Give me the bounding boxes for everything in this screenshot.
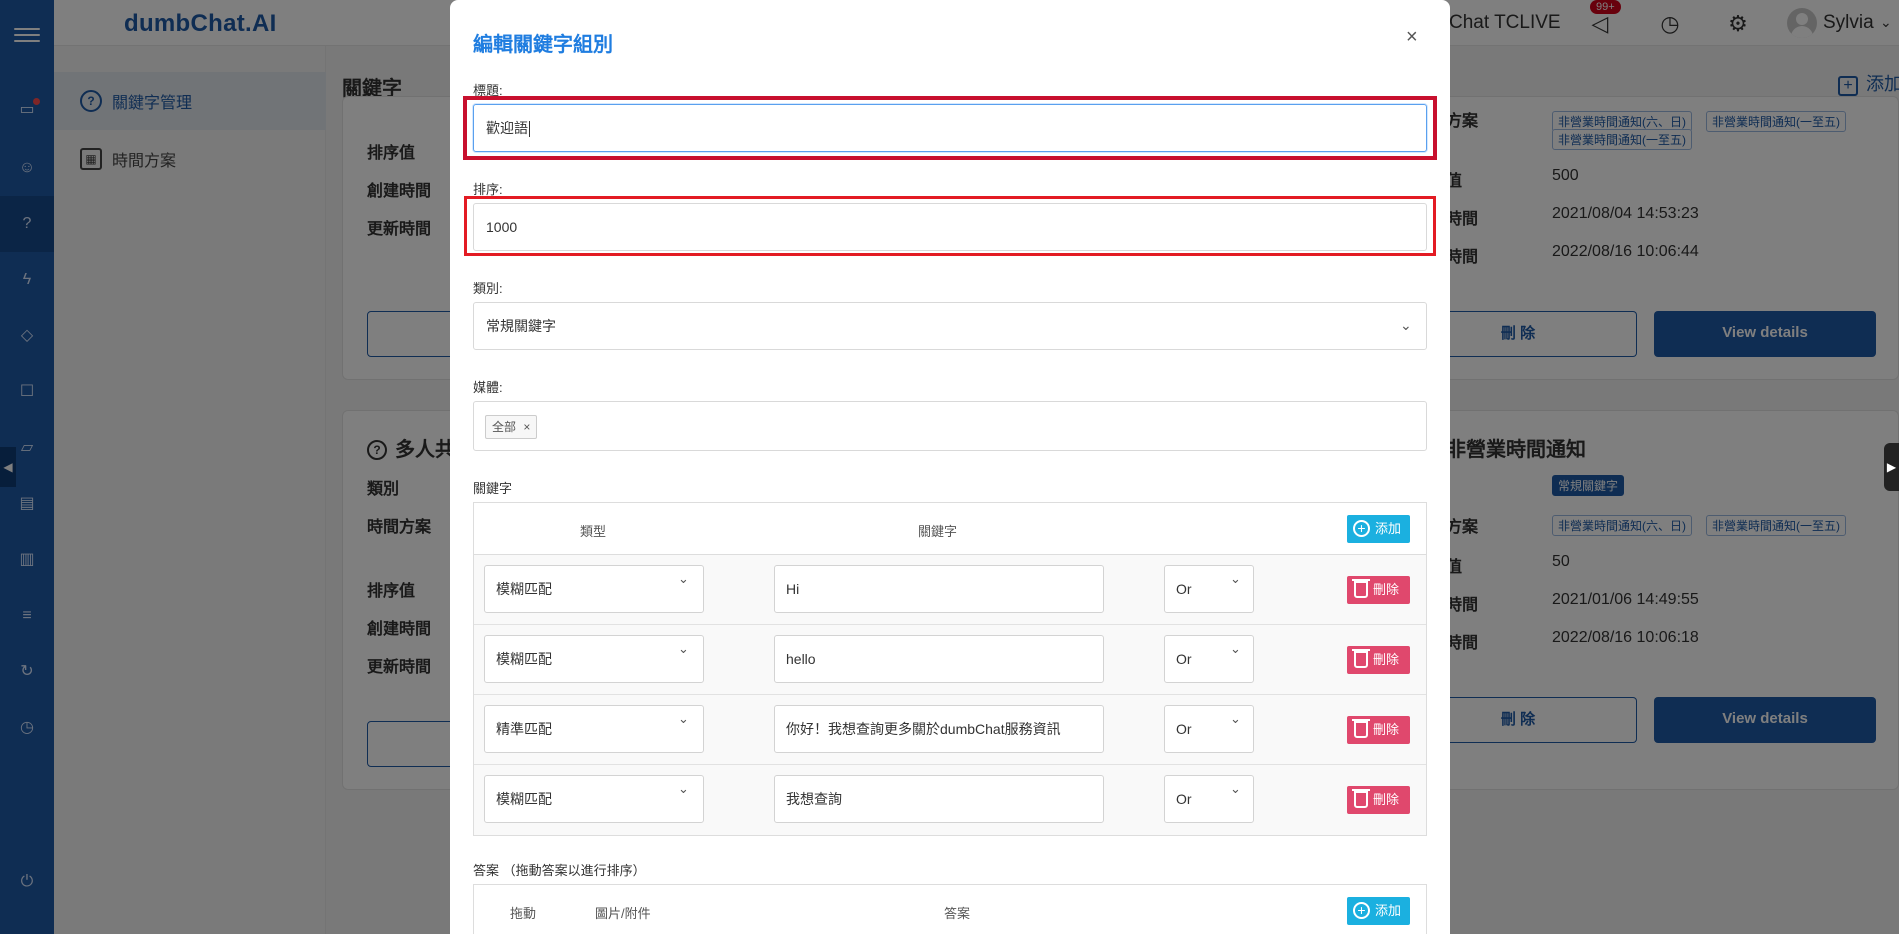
media-multiselect[interactable] — [473, 401, 1427, 451]
chevron-down-icon: ⌄ — [1230, 711, 1241, 726]
column-header: 拖動 — [510, 906, 537, 921]
table-row: 模糊匹配 ⌄ Hi Or ⌄ 刪除 — [474, 555, 1426, 625]
media-label: 媒體: — [473, 380, 503, 395]
title-input[interactable]: 歡迎語 — [473, 104, 1427, 152]
media-chip[interactable]: 全部 × — [485, 415, 538, 439]
chevron-down-icon: ⌄ — [678, 711, 689, 726]
edit-keyword-group-dialog: 編輯關鍵字組別 × 標題: 歡迎語 排序: 1000 類別: 常規關鍵字 ⌄ 媒… — [450, 0, 1450, 934]
delete-keyword-button[interactable]: 刪除 — [1347, 646, 1410, 674]
column-header: 類型 — [580, 524, 607, 539]
remove-chip-icon[interactable]: × — [523, 420, 530, 434]
add-label: 添加 — [1375, 521, 1402, 536]
match-type-select[interactable]: 模糊匹配 — [484, 775, 704, 823]
trash-icon — [1352, 719, 1370, 738]
chevron-down-icon: ⌄ — [1230, 781, 1241, 796]
column-header: 圖片/附件 — [595, 906, 651, 921]
chevron-down-icon: ⌄ — [678, 571, 689, 586]
answers-table-header: 拖動 圖片/附件 答案 + 添加 — [473, 884, 1427, 934]
chevron-right-icon[interactable]: ▶ — [1884, 443, 1899, 491]
keyword-input[interactable]: 你好！我想查詢更多關於dumbChat服務資訊 — [774, 705, 1104, 753]
chevron-down-icon: ⌄ — [1230, 571, 1241, 586]
match-type-select[interactable]: 模糊匹配 — [484, 565, 704, 613]
delete-label: 刪除 — [1373, 722, 1400, 737]
keywords-table: 類型 關鍵字 + 添加 模糊匹配 ⌄ Hi Or ⌄ 刪除 模糊匹配 ⌄ hell… — [473, 502, 1427, 836]
delete-keyword-button[interactable]: 刪除 — [1347, 716, 1410, 744]
add-answer-button[interactable]: + 添加 — [1347, 897, 1410, 925]
delete-keyword-button[interactable]: 刪除 — [1347, 786, 1410, 814]
add-label: 添加 — [1375, 903, 1402, 918]
close-icon[interactable]: × — [1406, 26, 1418, 49]
plus-circle-icon: + — [1353, 902, 1370, 919]
plus-circle-icon: + — [1353, 520, 1370, 537]
column-header: 答案 — [944, 906, 971, 921]
keyword-input[interactable]: 我想查詢 — [774, 775, 1104, 823]
table-row: 精準匹配 ⌄ 你好！我想查詢更多關於dumbChat服務資訊 Or ⌄ 刪除 — [474, 695, 1426, 765]
trash-icon — [1352, 789, 1370, 808]
chevron-down-icon: ⌄ — [1230, 641, 1241, 656]
match-type-select[interactable]: 模糊匹配 — [484, 635, 704, 683]
text-cursor — [529, 121, 530, 138]
delete-label: 刪除 — [1373, 792, 1400, 807]
keyword-input[interactable]: Hi — [774, 565, 1104, 613]
chevron-down-icon: ⌄ — [1400, 317, 1412, 333]
category-label: 類別: — [473, 281, 503, 296]
delete-label: 刪除 — [1373, 582, 1400, 597]
match-type-select[interactable]: 精準匹配 — [484, 705, 704, 753]
delete-label: 刪除 — [1373, 652, 1400, 667]
keyword-input[interactable]: hello — [774, 635, 1104, 683]
trash-icon — [1352, 579, 1370, 598]
title-input-value: 歡迎語 — [486, 120, 528, 136]
table-header: 類型 關鍵字 + 添加 — [474, 503, 1426, 555]
delete-keyword-button[interactable]: 刪除 — [1347, 576, 1410, 604]
trash-icon — [1352, 649, 1370, 668]
table-row: 模糊匹配 ⌄ 我想查詢 Or ⌄ 刪除 — [474, 765, 1426, 835]
keywords-label: 關鍵字 — [473, 481, 513, 496]
chevron-down-icon: ⌄ — [678, 781, 689, 796]
dialog-title: 編輯關鍵字組別 — [473, 34, 613, 56]
column-header: 關鍵字 — [918, 524, 958, 539]
table-row: 模糊匹配 ⌄ hello Or ⌄ 刪除 — [474, 625, 1426, 695]
chevron-down-icon: ⌄ — [678, 641, 689, 656]
answers-label: 答案 （拖動答案以進行排序） — [473, 863, 646, 878]
order-input[interactable]: 1000 — [473, 203, 1427, 251]
category-select[interactable]: 常規關鍵字 — [473, 302, 1427, 350]
add-keyword-button[interactable]: + 添加 — [1347, 515, 1410, 543]
chip-label: 全部 — [492, 420, 517, 434]
